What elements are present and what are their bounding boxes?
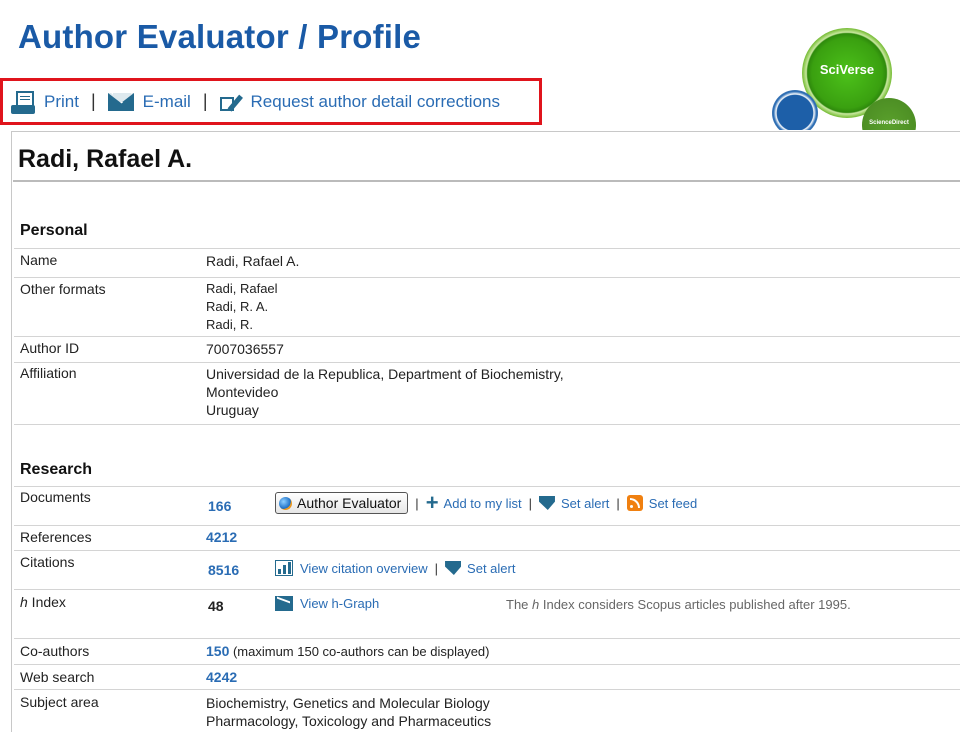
h-index-value: 48 [208, 598, 224, 614]
sciverse-logo: SciVerse ScienceDirect [770, 28, 920, 130]
coauthors-label: Co-authors [20, 643, 90, 659]
h-graph-action: View h-Graph [275, 596, 379, 611]
bar-chart-icon [275, 560, 293, 576]
plus-icon: + [425, 490, 439, 515]
citations-label: Citations [20, 554, 75, 570]
author-id-row: Author ID 7007036557 [14, 336, 960, 363]
other-format-item: Radi, R. [206, 317, 253, 332]
other-formats-list: Radi, Rafael Radi, R. A. Radi, R. [206, 280, 278, 334]
subject-area-row: Subject area Biochemistry, Genetics and … [14, 689, 960, 729]
personal-heading: Personal [20, 222, 88, 239]
divider [13, 180, 960, 182]
alert-tag-icon [445, 561, 462, 575]
name-row: Name Radi, Rafael A. [14, 248, 960, 278]
action-toolbar: Print | E-mail | Request author detail c… [0, 78, 542, 125]
references-row: References 4212 [14, 524, 960, 551]
coauthors-row: Co-authors 150 (maximum 150 co-authors c… [14, 638, 960, 665]
add-to-list-link[interactable]: Add to my list [444, 496, 522, 511]
affiliation-line: Universidad de la Republica, Department … [206, 366, 564, 382]
alert-tag-icon [538, 496, 555, 510]
documents-row: Documents 166 Author Evaluator | + Add t… [14, 486, 960, 526]
documents-label: Documents [20, 489, 91, 505]
other-format-item: Radi, R. A. [206, 299, 269, 314]
set-feed-link[interactable]: Set feed [649, 496, 697, 511]
view-citation-overview-link[interactable]: View citation overview [300, 561, 428, 576]
subject-area-item: Biochemistry, Genetics and Molecular Bio… [206, 695, 490, 711]
sciencedirect-logo-text: ScienceDirect [869, 120, 909, 126]
request-corrections-label: Request author detail corrections [250, 91, 500, 111]
author-id-value: 7007036557 [206, 341, 284, 357]
rss-icon [626, 495, 643, 511]
coauthors-note: (maximum 150 co-authors can be displayed… [229, 644, 490, 659]
toolbar-separator: | [90, 91, 96, 111]
h-index-label: h Index [20, 594, 66, 610]
print-button[interactable]: Print [11, 90, 79, 114]
coauthors-value: 150 (maximum 150 co-authors can be displ… [206, 643, 489, 659]
web-search-count-link[interactable]: 4242 [206, 669, 237, 685]
sciverse-logo-text: SciVerse [819, 62, 875, 77]
name-label: Name [20, 252, 58, 268]
affiliation-label: Affiliation [20, 365, 77, 381]
references-count-link[interactable]: 4212 [206, 529, 237, 545]
affiliation-row: Affiliation Universidad de la Republica,… [14, 362, 960, 425]
coauthors-count-link[interactable]: 150 [206, 643, 229, 659]
author-evaluator-label: Author Evaluator [297, 495, 402, 511]
affiliation-line: Uruguay [206, 402, 259, 418]
slide-title: Author Evaluator / Profile [18, 18, 422, 55]
author-id-label: Author ID [20, 340, 80, 356]
set-citation-alert-link[interactable]: Set alert [467, 561, 515, 576]
toolbar-separator: | [202, 91, 208, 111]
set-alert-link[interactable]: Set alert [561, 496, 609, 511]
email-label: E-mail [142, 91, 191, 111]
h-graph-icon [275, 596, 293, 611]
request-corrections-button[interactable]: Request author detail corrections [219, 91, 500, 112]
globe-icon [279, 496, 292, 510]
separator: | [616, 495, 620, 511]
web-search-row: Web search 4242 [14, 664, 960, 690]
author-name: Radi, Rafael A. [18, 145, 193, 173]
other-formats-row: Other formats Radi, Rafael Radi, R. A. R… [14, 276, 960, 337]
web-search-label: Web search [20, 669, 95, 685]
citations-actions: View citation overview | Set alert [275, 560, 515, 576]
separator: | [434, 560, 439, 576]
separator: | [528, 495, 532, 511]
documents-count-link[interactable]: 166 [208, 498, 231, 514]
email-icon [107, 92, 134, 111]
citations-row: Citations 8516 View citation overview | … [14, 550, 960, 590]
blue-circle [772, 90, 818, 130]
documents-actions: Author Evaluator | + Add to my list | Se… [275, 492, 697, 514]
separator: | [415, 495, 419, 511]
citations-count-link[interactable]: 8516 [208, 562, 239, 578]
view-h-graph-link[interactable]: View h-Graph [300, 596, 379, 611]
affiliation-line: Montevideo [206, 384, 279, 400]
email-button[interactable]: E-mail [107, 91, 191, 112]
research-heading: Research [20, 461, 93, 478]
author-evaluator-button[interactable]: Author Evaluator [275, 492, 409, 514]
other-formats-label: Other formats [20, 281, 106, 297]
print-icon [11, 90, 35, 114]
name-value: Radi, Rafael A. [206, 253, 300, 269]
edit-icon [219, 92, 243, 112]
subject-area-label: Subject area [20, 694, 99, 710]
h-index-row: h Index 48 View h-Graph The h Index cons… [14, 589, 960, 639]
print-label: Print [44, 91, 79, 111]
other-format-item: Radi, Rafael [206, 281, 278, 296]
references-label: References [20, 529, 92, 545]
affiliation-value: Universidad de la Republica, Department … [206, 365, 564, 419]
subject-area-list: Biochemistry, Genetics and Molecular Bio… [206, 694, 491, 730]
h-index-note: The h Index considers Scopus articles pu… [506, 597, 851, 612]
subject-area-item: Pharmacology, Toxicology and Pharmaceuti… [206, 713, 492, 729]
